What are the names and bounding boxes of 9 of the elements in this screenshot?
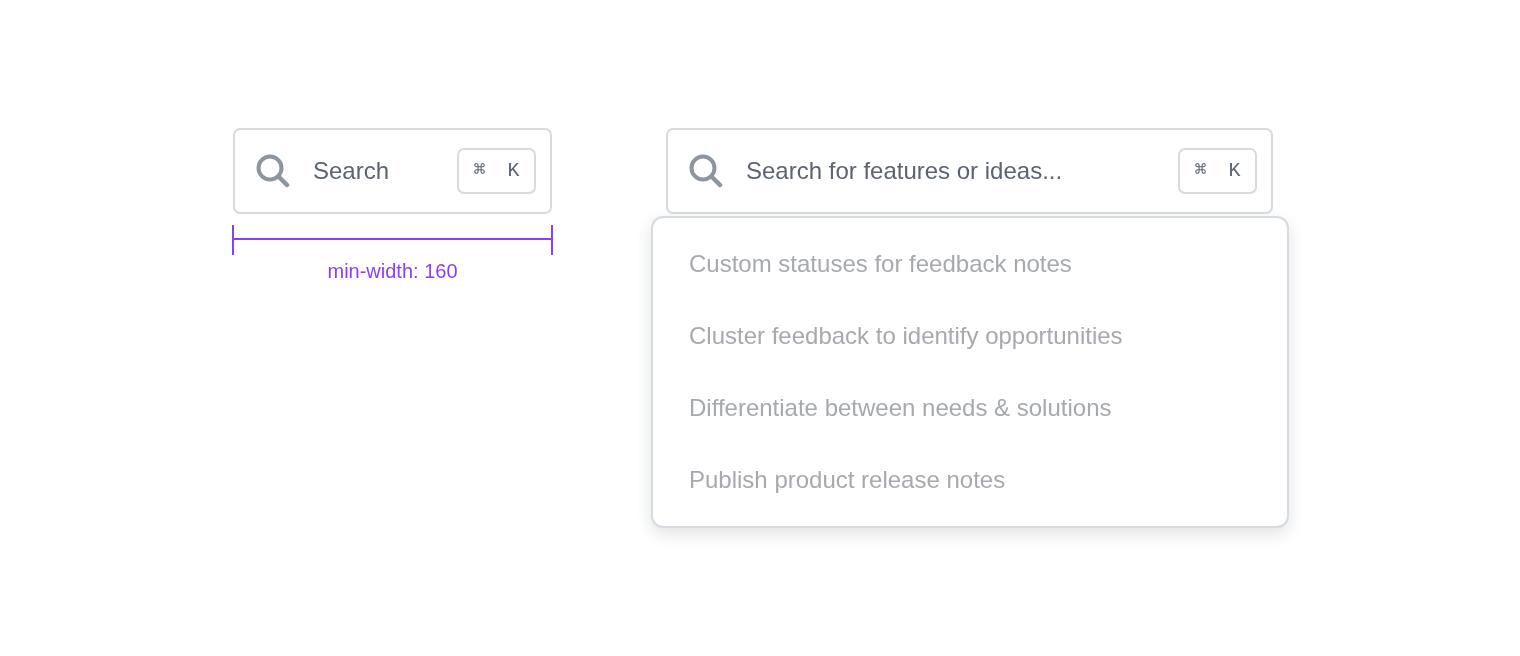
search-icon <box>689 154 723 188</box>
search-icon <box>256 154 290 188</box>
dimension-label: min-width: 160 <box>327 259 458 283</box>
suggestion-item[interactable]: Custom statuses for feedback notes <box>653 228 1287 300</box>
suggestion-item[interactable]: Publish product release notes <box>653 444 1287 516</box>
keyboard-shortcut: ⌘ K <box>1178 148 1257 194</box>
suggestion-item[interactable]: Cluster feedback to identify opportunities <box>653 300 1287 372</box>
suggestion-item[interactable]: Differentiate between needs & solutions <box>653 372 1287 444</box>
keyboard-shortcut: ⌘ K <box>457 148 536 194</box>
